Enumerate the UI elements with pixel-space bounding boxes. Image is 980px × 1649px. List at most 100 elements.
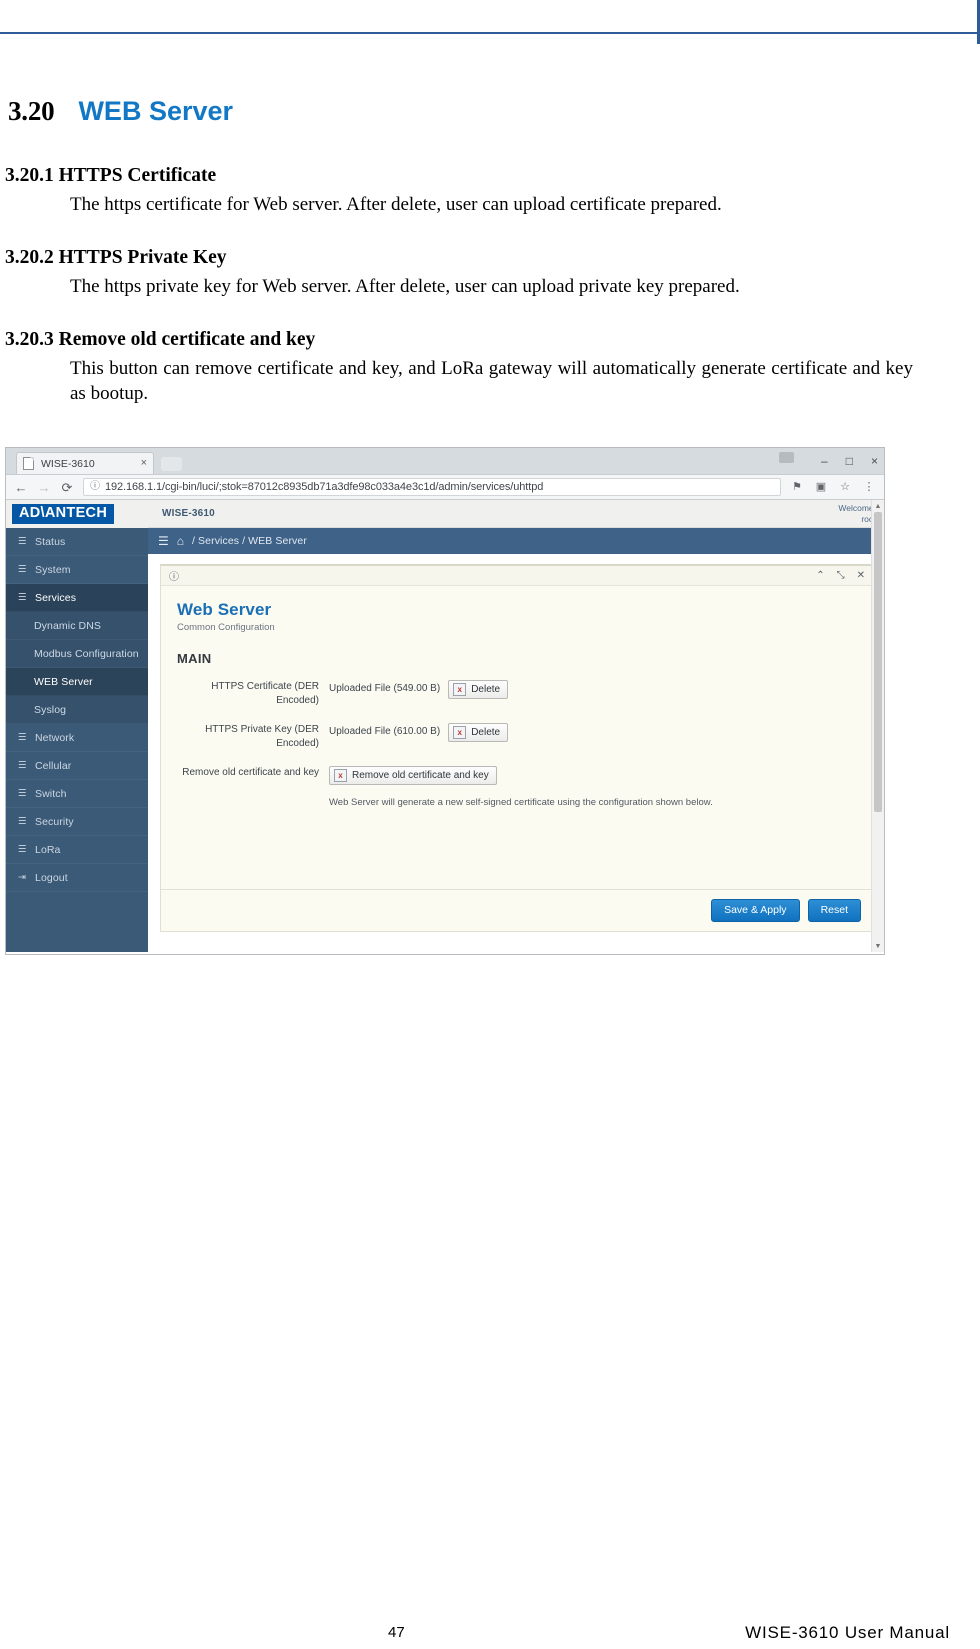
list-icon: ☰	[18, 844, 27, 855]
cast-icon[interactable]: ▣	[814, 481, 828, 493]
window-restore-icon[interactable]	[779, 452, 794, 463]
reload-icon[interactable]: ⟳	[60, 481, 74, 494]
menu-toggle-icon[interactable]: ☰	[158, 535, 169, 547]
page-top-rule	[0, 32, 980, 34]
sidebar-item-label: Syslog	[34, 703, 67, 716]
sidebar-item-label: Status	[35, 535, 66, 548]
sidebar-item-syslog[interactable]: Syslog	[6, 696, 148, 724]
window-controls: – □ ×	[821, 448, 878, 474]
sidebar-item-cellular[interactable]: ☰ Cellular	[6, 752, 148, 780]
sidebar-item-modbus-configuration[interactable]: Modbus Configuration	[6, 640, 148, 668]
browser-tab[interactable]: WISE-3610 ×	[16, 452, 154, 474]
sidebar-item-label: WEB Server	[34, 675, 93, 688]
sidebar-item-label: System	[35, 563, 71, 576]
sidebar-item-logout[interactable]: ⇥ Logout	[6, 864, 148, 892]
chevron-up-icon[interactable]: ⌃	[816, 570, 824, 581]
delete-x-icon: x	[334, 769, 347, 782]
scroll-up-arrow-icon[interactable]: ▲	[872, 500, 884, 512]
expand-icon[interactable]: ⤡	[837, 570, 845, 581]
advantech-logo: AD\ANTECH	[12, 504, 115, 524]
field-note: Web Server will generate a new self-sign…	[329, 797, 713, 808]
delete-certificate-button[interactable]: x Delete	[448, 680, 509, 699]
address-bar-actions: ⚑ ▣ ☆ ⋮	[790, 481, 876, 493]
sidebar-item-system[interactable]: ☰ System	[6, 556, 148, 584]
back-icon[interactable]: ←	[14, 481, 28, 494]
app-sidebar: AD\ANTECH ☰ Status ☰ System ☰ Services D…	[6, 500, 148, 952]
app-content: WISE-3610 Welcome, root ☰ ⌂ / Services /…	[148, 500, 884, 952]
field-label: Remove old certificate and key	[182, 767, 319, 778]
page-number: 47	[388, 1624, 405, 1641]
maximize-icon[interactable]: □	[846, 455, 853, 467]
sidebar-item-switch[interactable]: ☰ Switch	[6, 780, 148, 808]
delete-private-key-button[interactable]: x Delete	[448, 723, 509, 742]
reset-button[interactable]: Reset	[807, 899, 861, 922]
brand-logo-cell: AD\ANTECH	[6, 500, 148, 528]
sidebar-item-label: Services	[35, 591, 77, 604]
form-row-remove-old-certificate: Remove old certificate and key x Remove …	[177, 766, 857, 808]
sidebar-item-label: Cellular	[35, 759, 72, 772]
field-value-area: x Remove old certificate and key Web Ser…	[329, 766, 857, 808]
save-and-apply-button[interactable]: Save & Apply	[711, 899, 800, 922]
page-title: Web Server	[177, 600, 272, 619]
site-info-icon[interactable]: ⓘ	[90, 482, 100, 492]
window-close-icon[interactable]: ×	[871, 455, 878, 467]
browser-menu-icon[interactable]: ⋮	[862, 481, 876, 493]
manual-title-footer: WISE-3610 User Manual	[745, 1623, 950, 1642]
sidebar-item-label: Security	[35, 815, 74, 828]
scrollbar-thumb[interactable]	[874, 512, 882, 812]
panel-footer: Save & Apply Reset	[161, 889, 873, 931]
sidebar-item-web-server[interactable]: WEB Server	[6, 668, 148, 696]
field-value-area: Uploaded File (610.00 B) x Delete	[329, 723, 857, 750]
panel-body: Web Server Common Configuration MAIN HTT…	[161, 586, 873, 889]
new-tab-button[interactable]	[161, 457, 182, 471]
pin-icon[interactable]: ⚑	[790, 481, 804, 493]
remove-old-certificate-and-key-button[interactable]: x Remove old certificate and key	[329, 766, 497, 785]
sidebar-item-status[interactable]: ☰ Status	[6, 528, 148, 556]
home-icon[interactable]: ⌂	[177, 535, 184, 547]
page-content-area: ⓘ ⌃ ⤡ ✕ Web Server Common Configuration …	[148, 554, 884, 952]
sidebar-nav-list: ☰ Status ☰ System ☰ Services Dynamic DNS…	[6, 528, 148, 952]
vertical-scrollbar[interactable]: ▲ ▼	[871, 500, 884, 952]
close-icon[interactable]: ×	[141, 458, 147, 469]
sidebar-item-services[interactable]: ☰ Services	[6, 584, 148, 612]
web-server-panel: ⓘ ⌃ ⤡ ✕ Web Server Common Configuration …	[160, 564, 874, 932]
list-icon: ☰	[18, 760, 27, 771]
section-number: 3.20	[8, 96, 55, 126]
logout-icon: ⇥	[18, 872, 27, 883]
button-label: Delete	[471, 683, 501, 695]
section-title: WEB Server	[78, 96, 234, 126]
list-icon: ☰	[18, 788, 27, 799]
url-input[interactable]: ⓘ 192.168.1.1/cgi-bin/luci/;stok=87012c8…	[83, 478, 781, 496]
forward-icon[interactable]: →	[37, 481, 51, 494]
minimize-icon[interactable]: –	[821, 455, 828, 467]
device-model-label: WISE-3610	[162, 508, 215, 519]
browser-window-screenshot: WISE-3610 × – □ × ← → ⟳ ⓘ 192.168.1.1/cg…	[5, 447, 885, 955]
sidebar-item-dynamic-dns[interactable]: Dynamic DNS	[6, 612, 148, 640]
url-text: 192.168.1.1/cgi-bin/luci/;stok=87012c893…	[105, 481, 544, 493]
panel-close-icon[interactable]: ✕	[857, 570, 865, 581]
page-favicon-icon	[23, 457, 34, 470]
app-topbar: WISE-3610 Welcome, root	[148, 500, 884, 528]
bookmark-star-icon[interactable]: ☆	[838, 481, 852, 493]
field-label: HTTPS Private Key (DER Encoded)	[205, 724, 319, 749]
sidebar-item-label: Logout	[35, 871, 68, 884]
tab-title: WISE-3610	[41, 457, 95, 470]
delete-x-icon: x	[453, 726, 467, 739]
sidebar-item-security[interactable]: ☰ Security	[6, 808, 148, 836]
subsection-heading-1: 3.20.1 HTTPS Certificate	[5, 165, 217, 186]
list-icon: ☰	[18, 592, 27, 603]
subsection-heading-2: 3.20.2 HTTPS Private Key	[5, 247, 227, 268]
field-value-area: Uploaded File (549.00 B) x Delete	[329, 680, 857, 707]
list-icon: ☰	[18, 536, 27, 547]
scroll-down-arrow-icon[interactable]: ▼	[872, 940, 884, 952]
sidebar-item-lora[interactable]: ☰ LoRa	[6, 836, 148, 864]
button-label: Delete	[471, 726, 501, 738]
list-icon: ☰	[18, 564, 27, 575]
breadcrumb-path: / Services / WEB Server	[192, 535, 307, 547]
info-icon[interactable]: ⓘ	[169, 568, 179, 583]
browser-titlebar: WISE-3610 × – □ ×	[6, 448, 884, 474]
sidebar-item-network[interactable]: ☰ Network	[6, 724, 148, 752]
sidebar-item-label: LoRa	[35, 843, 61, 856]
subsection-body-2: The https private key for Web server. Af…	[70, 276, 740, 297]
subsection-body-3: This button can remove certificate and k…	[70, 358, 913, 405]
